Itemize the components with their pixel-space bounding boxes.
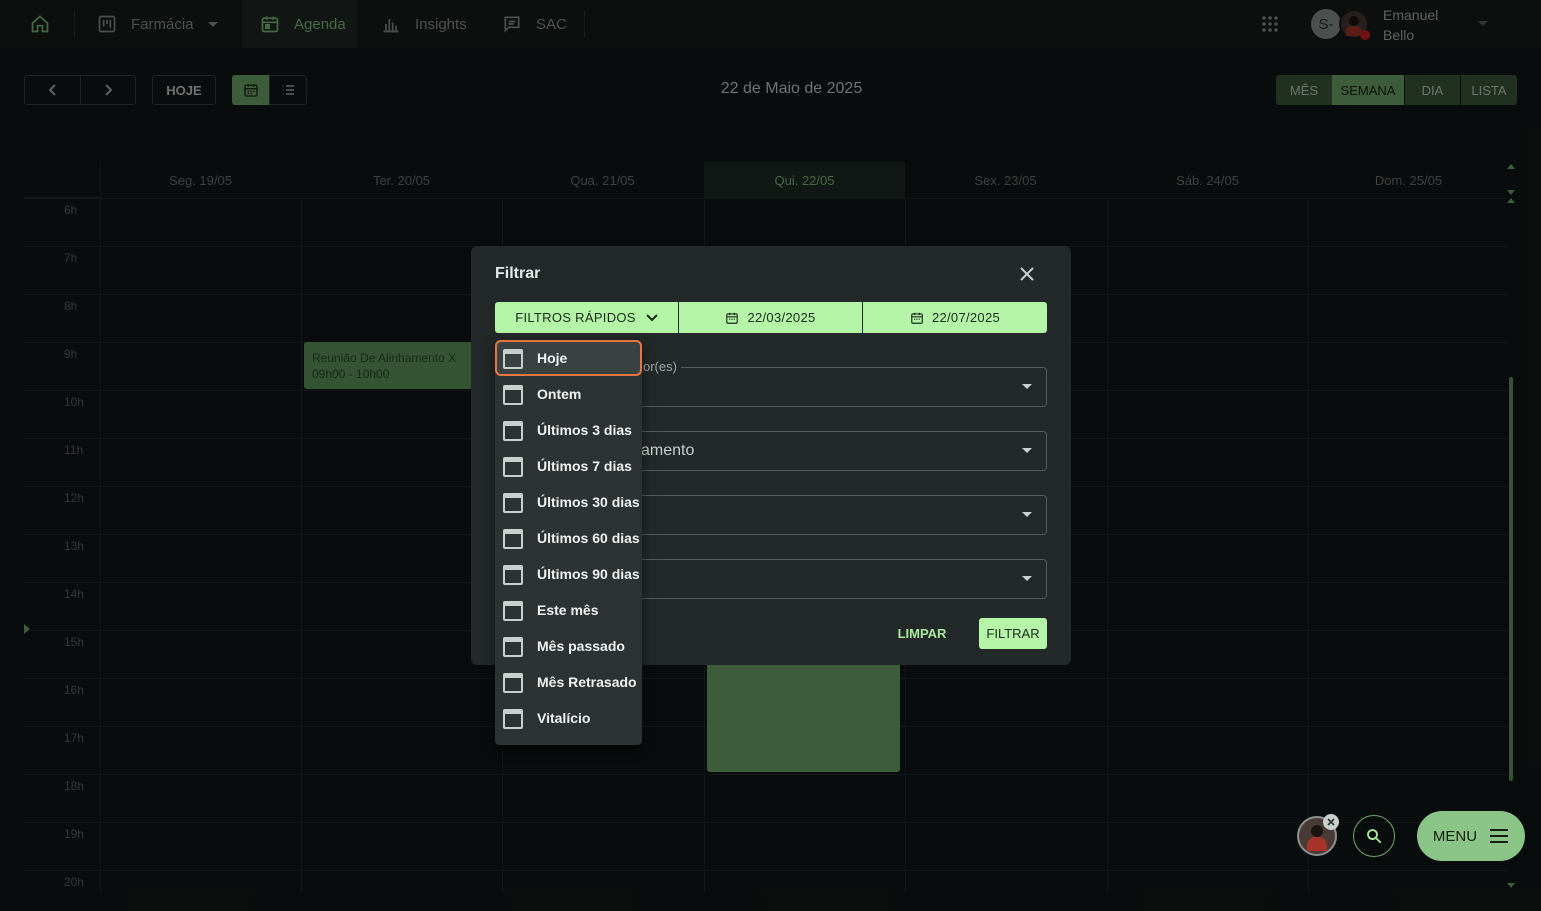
- calendar-icon: [911, 312, 923, 324]
- quick-filter-label: Ontem: [537, 386, 582, 402]
- search-button[interactable]: [1353, 815, 1395, 857]
- close-icon[interactable]: [1323, 814, 1339, 830]
- calendar-icon: [503, 457, 523, 477]
- chevron-down-icon: [1022, 512, 1032, 517]
- quick-filter-option[interactable]: Últimos 7 dias: [495, 448, 642, 484]
- quick-filter-label: Hoje: [537, 350, 568, 366]
- quick-filter-option[interactable]: Mês Retrasado: [495, 664, 642, 700]
- chevron-down-icon: [1022, 384, 1032, 389]
- quick-filter-label: Mês Retrasado: [537, 674, 637, 690]
- quick-filter-label: Vitalício: [537, 710, 591, 726]
- date-from-value: 22/03/2025: [747, 310, 816, 325]
- close-icon[interactable]: [1015, 262, 1039, 286]
- chevron-down-icon: [646, 313, 658, 321]
- chevron-down-icon: [1022, 448, 1032, 453]
- quick-filter-label: Este mês: [537, 602, 599, 618]
- quick-filters-button[interactable]: FILTROS RÁPIDOS: [495, 302, 678, 333]
- quick-filter-option[interactable]: Últimos 90 dias: [495, 556, 642, 592]
- calendar-icon: [503, 529, 523, 549]
- quick-filter-option[interactable]: Este mês: [495, 592, 642, 628]
- calendar-icon: [503, 601, 523, 621]
- quick-filter-option[interactable]: Vitalício: [495, 700, 642, 736]
- date-from-button[interactable]: 22/03/2025: [679, 302, 862, 333]
- quick-filter-label: Mês passado: [537, 638, 625, 654]
- filter-select-1-label: or(es): [639, 359, 681, 374]
- quick-filter-option[interactable]: Ontem: [495, 376, 642, 412]
- search-icon: [1367, 829, 1382, 844]
- hamburger-icon: [1490, 829, 1509, 843]
- quick-filter-option[interactable]: Hoje: [495, 340, 642, 376]
- quick-filter-label: Últimos 90 dias: [537, 566, 640, 582]
- dialog-title: Filtrar: [495, 265, 541, 282]
- menu-button-label: MENU: [1432, 827, 1478, 845]
- calendar-icon: [503, 421, 523, 441]
- calendar-icon: [503, 673, 523, 693]
- quick-filter-label: Últimos 30 dias: [537, 494, 640, 510]
- quick-filter-label: Últimos 7 dias: [537, 458, 632, 474]
- filter-select-2-value: amento: [641, 442, 695, 459]
- date-to-value: 22/07/2025: [931, 310, 1001, 325]
- quick-filter-option[interactable]: Últimos 3 dias: [495, 412, 642, 448]
- calendar-icon: [503, 385, 523, 405]
- calendar-icon: [503, 565, 523, 585]
- chevron-down-icon: [1022, 576, 1032, 581]
- quick-filter-label: Últimos 3 dias: [537, 422, 632, 438]
- quick-filter-option[interactable]: Mês passado: [495, 628, 642, 664]
- quick-filter-label: Últimos 60 dias: [537, 530, 640, 546]
- calendar-icon: [503, 349, 523, 369]
- menu-button[interactable]: MENU: [1417, 811, 1525, 861]
- filter-button[interactable]: FILTRAR: [979, 618, 1047, 649]
- quick-filters-label: FILTROS RÁPIDOS: [515, 310, 636, 325]
- calendar-icon: [503, 493, 523, 513]
- quick-filter-option[interactable]: Últimos 60 dias: [495, 520, 642, 556]
- calendar-icon: [726, 312, 739, 324]
- clear-button[interactable]: LIMPAR: [891, 618, 953, 649]
- date-to-button[interactable]: 22/07/2025: [863, 302, 1047, 333]
- quick-filters-menu: Hoje Ontem Últimos 3 dias Últimos 7 dias…: [495, 340, 642, 745]
- calendar-icon: [503, 637, 523, 657]
- calendar-icon: [503, 709, 523, 729]
- quick-filter-option[interactable]: Últimos 30 dias: [495, 484, 642, 520]
